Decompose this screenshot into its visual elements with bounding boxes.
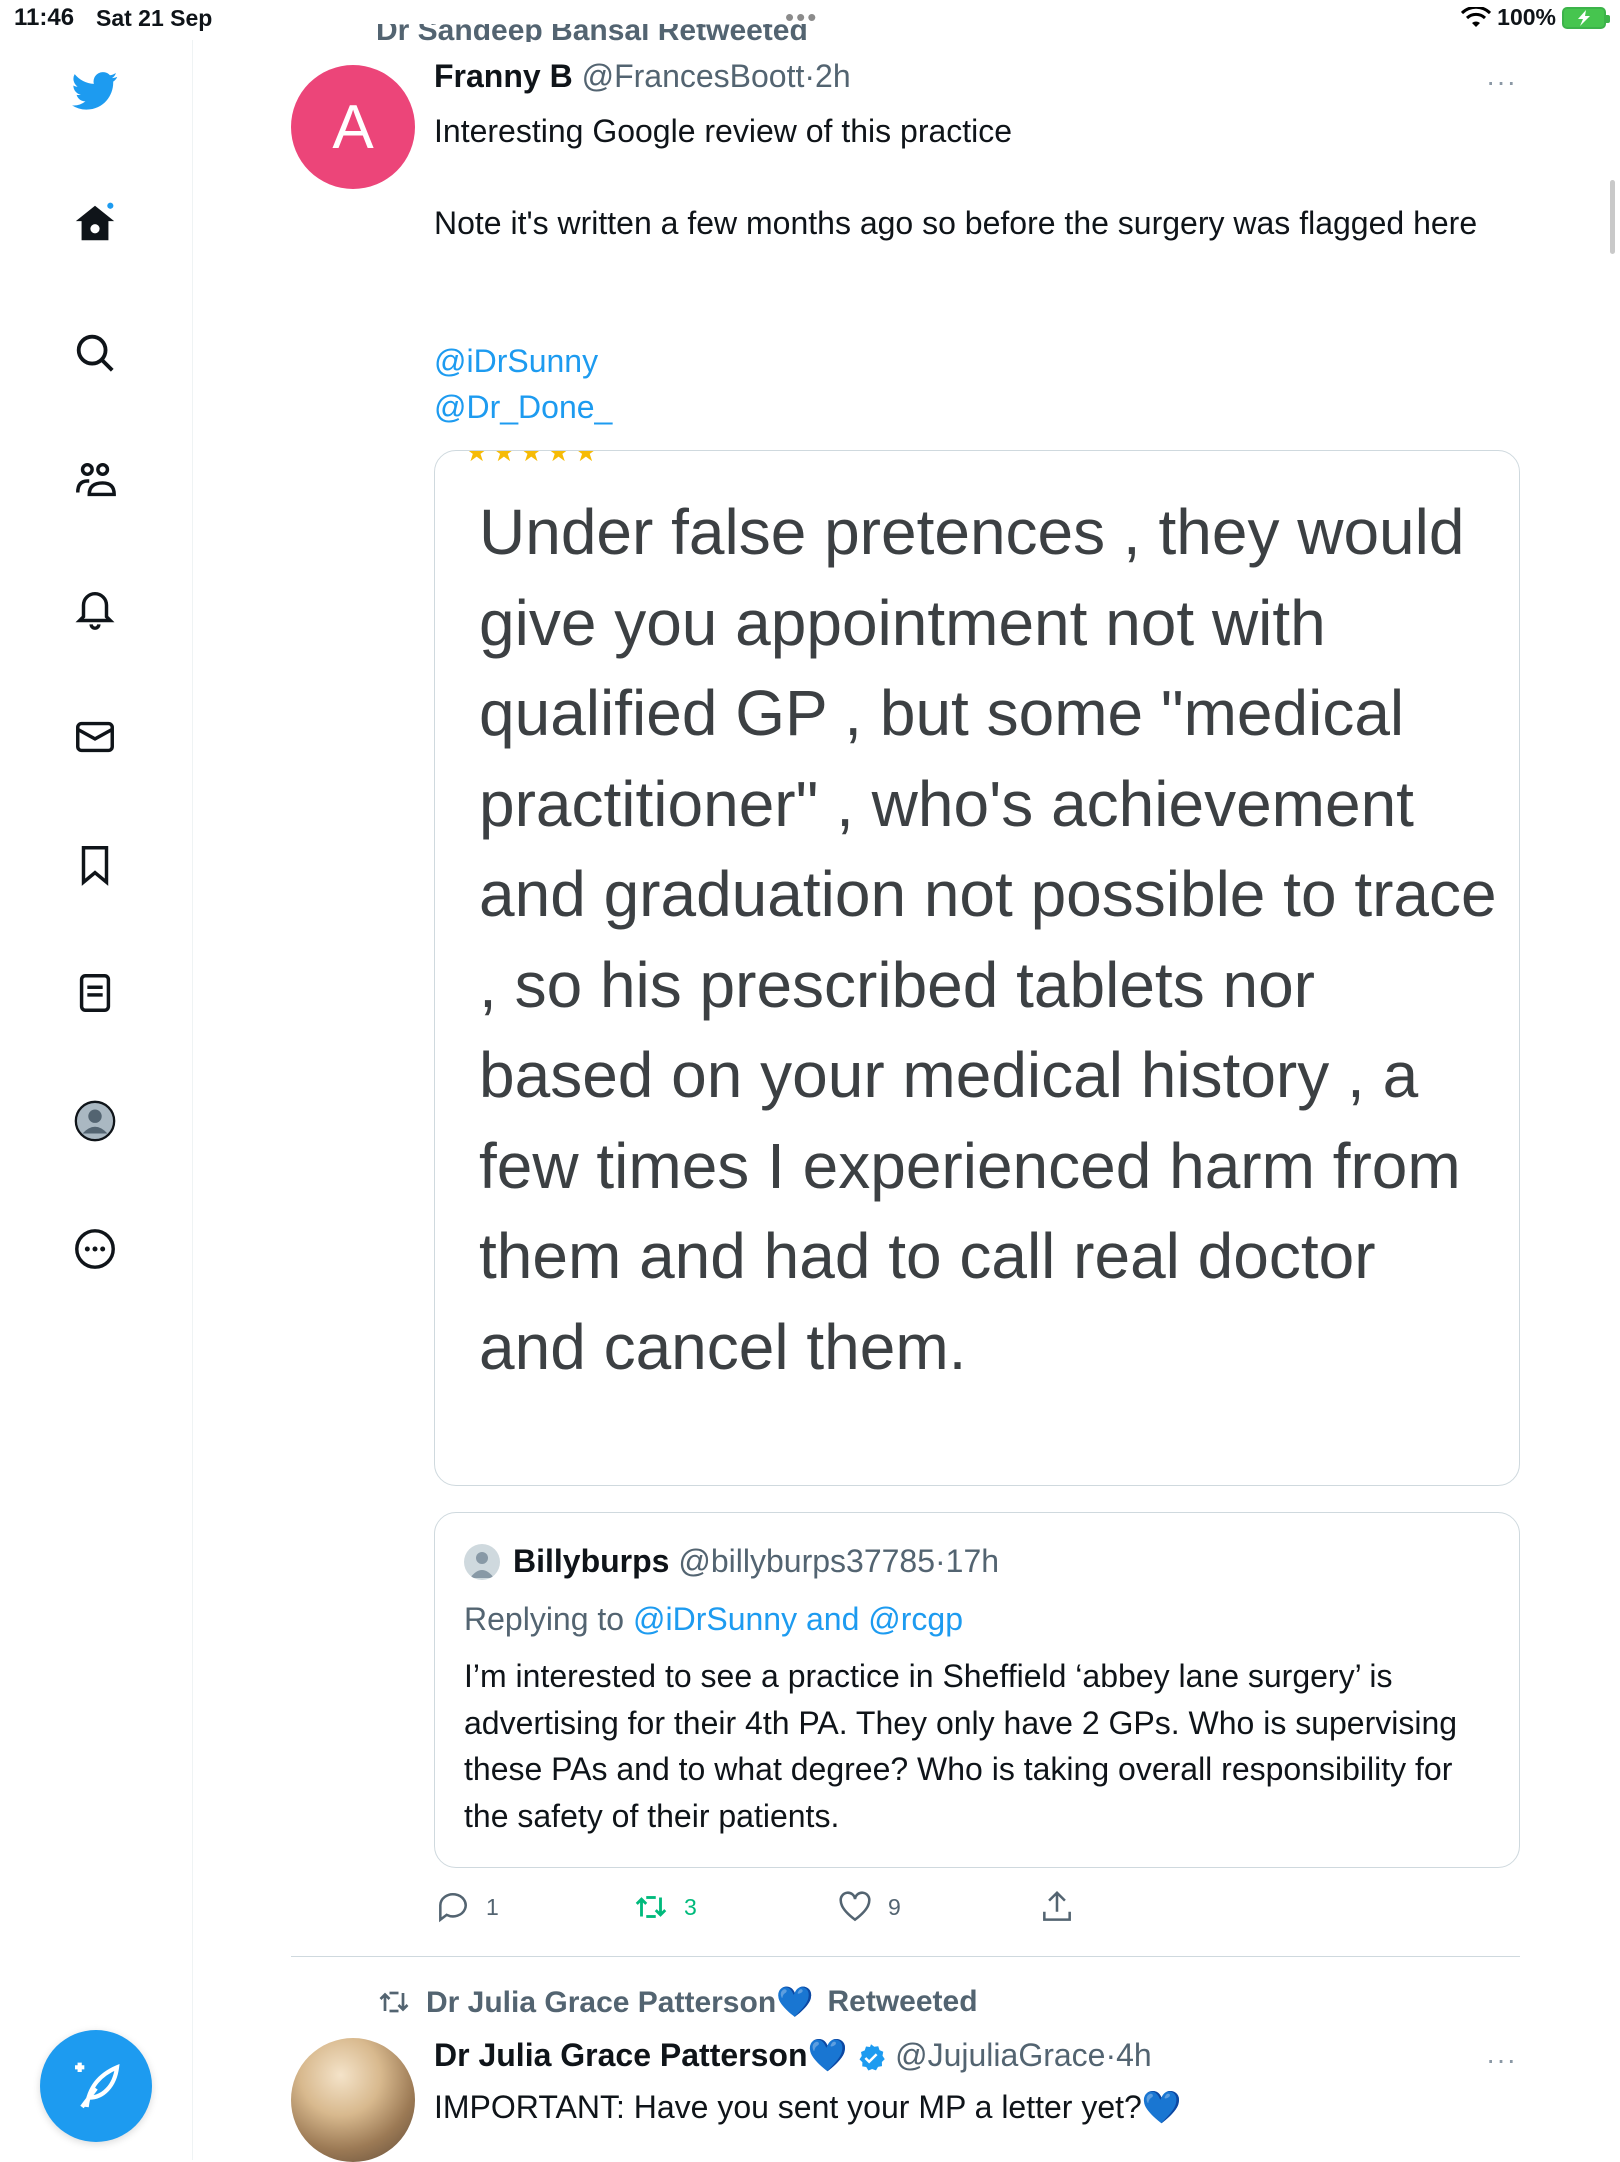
twitter-logo-icon[interactable]: [72, 68, 118, 114]
reply-button[interactable]: 1: [434, 1888, 499, 1926]
quoted-tweet-text: I’m interested to see a practice in Shef…: [464, 1658, 1458, 1834]
reply-count: 1: [486, 1893, 499, 1920]
retweet-button[interactable]: 3: [632, 1888, 697, 1926]
retweet-icon: [635, 1896, 667, 1918]
more-options-icon[interactable]: ···: [1486, 2044, 1517, 2076]
mention-link[interactable]: @iDrSunny: [434, 338, 598, 384]
more-options-icon[interactable]: ···: [1486, 66, 1517, 98]
heart-icon: [839, 1891, 871, 1922]
mention-link[interactable]: @Dr_Done_: [434, 384, 612, 430]
replying-to-mentions: @iDrSunny and @rcgp: [632, 1601, 963, 1637]
like-button[interactable]: 9: [836, 1888, 901, 1926]
wifi-icon: [1461, 6, 1492, 27]
replying-to: Replying to @iDrSunny and @rcgp: [464, 1601, 963, 1638]
retweeted-by-header: Dr Julia Grace Patterson💙 Retweeted: [376, 1984, 978, 2020]
search-icon[interactable]: [72, 330, 118, 376]
status-date: Sat 21 Sep: [96, 5, 213, 31]
separator: ·: [804, 58, 816, 94]
avatar[interactable]: A: [291, 65, 415, 189]
scrollbar[interactable]: [1610, 180, 1615, 254]
more-icon[interactable]: [72, 1226, 118, 1272]
tweet-text: IMPORTANT: Have you sent your MP a lette…: [434, 2089, 1182, 2125]
share-icon: [1043, 1890, 1071, 1921]
retweet-count: 3: [684, 1893, 697, 1920]
compose-tweet-button[interactable]: [40, 2030, 152, 2142]
author-name-emoji: 💙: [807, 2037, 848, 2073]
tweet-time[interactable]: 2h: [815, 58, 851, 94]
communities-icon[interactable]: [72, 458, 118, 504]
tweet-media-image[interactable]: ★★★★★ Under false pretences , they would…: [434, 450, 1520, 1486]
quoted-author-handle: @billyburps37785: [678, 1543, 935, 1579]
replying-to-label: Replying to: [464, 1601, 633, 1637]
retweeted-by-header: Dr Sandeep Bansal Retweeted: [376, 24, 808, 42]
author-name[interactable]: Franny B: [434, 58, 573, 94]
bookmarks-icon[interactable]: [72, 842, 118, 888]
quoted-tweet-header: Billyburps @billyburps37785·17h: [513, 1543, 999, 1580]
reply-icon: [439, 1892, 467, 1923]
author-name[interactable]: Dr Julia Grace Patterson: [434, 2037, 807, 2073]
messages-icon[interactable]: [72, 714, 118, 760]
tweet-time[interactable]: 4h: [1116, 2037, 1152, 2073]
feather-plus-icon: [75, 2062, 120, 2109]
sidebar: [0, 40, 193, 2160]
battery-percent: 100%: [1497, 4, 1556, 30]
status-right: 100%: [1461, 4, 1610, 31]
battery-charging-icon: [1562, 6, 1610, 29]
retweet-icon: [379, 1991, 409, 2013]
quoted-author-name: Billyburps: [513, 1543, 670, 1579]
notifications-icon[interactable]: [72, 586, 118, 632]
retweeter-name[interactable]: Dr Julia Grace Patterson💙: [426, 1985, 814, 2020]
tweet-divider: [291, 1956, 1520, 1957]
review-text: Under false pretences , they would give …: [479, 496, 1497, 1383]
home-icon[interactable]: [72, 200, 118, 246]
avatar[interactable]: [291, 2038, 415, 2162]
retweeted-label: Retweeted: [827, 1985, 978, 2018]
tweet-text-line1: Interesting Google review of this practi…: [434, 113, 1013, 149]
quoted-tweet[interactable]: Billyburps @billyburps37785·17h Replying…: [434, 1512, 1520, 1868]
tweet-header: Franny B @FrancesBoott·2h: [434, 58, 851, 95]
status-time: 11:46: [14, 4, 75, 31]
separator: ·: [1105, 2037, 1117, 2073]
review-stars: ★★★★★: [465, 450, 602, 467]
separator: ·: [935, 1543, 946, 1579]
like-count: 9: [888, 1893, 901, 1920]
author-handle[interactable]: @JujuliaGrace: [895, 2037, 1105, 2073]
profile-icon[interactable]: [72, 1098, 118, 1144]
author-handle[interactable]: @FrancesBoott: [582, 58, 805, 94]
quoted-tweet-time: 17h: [945, 1543, 1000, 1579]
share-button[interactable]: [1038, 1888, 1076, 1926]
tweet-text-line2: Note it's written a few months ago so be…: [434, 205, 1478, 241]
avatar: [464, 1544, 500, 1580]
status-bar: 11:46 Sat 21 Sep ••• 100%: [0, 0, 1620, 40]
tweet-header: Dr Julia Grace Patterson💙 @JujuliaGrace·…: [434, 2036, 1152, 2074]
lists-icon[interactable]: [72, 970, 118, 1016]
verified-badge-icon: [859, 2043, 885, 2071]
